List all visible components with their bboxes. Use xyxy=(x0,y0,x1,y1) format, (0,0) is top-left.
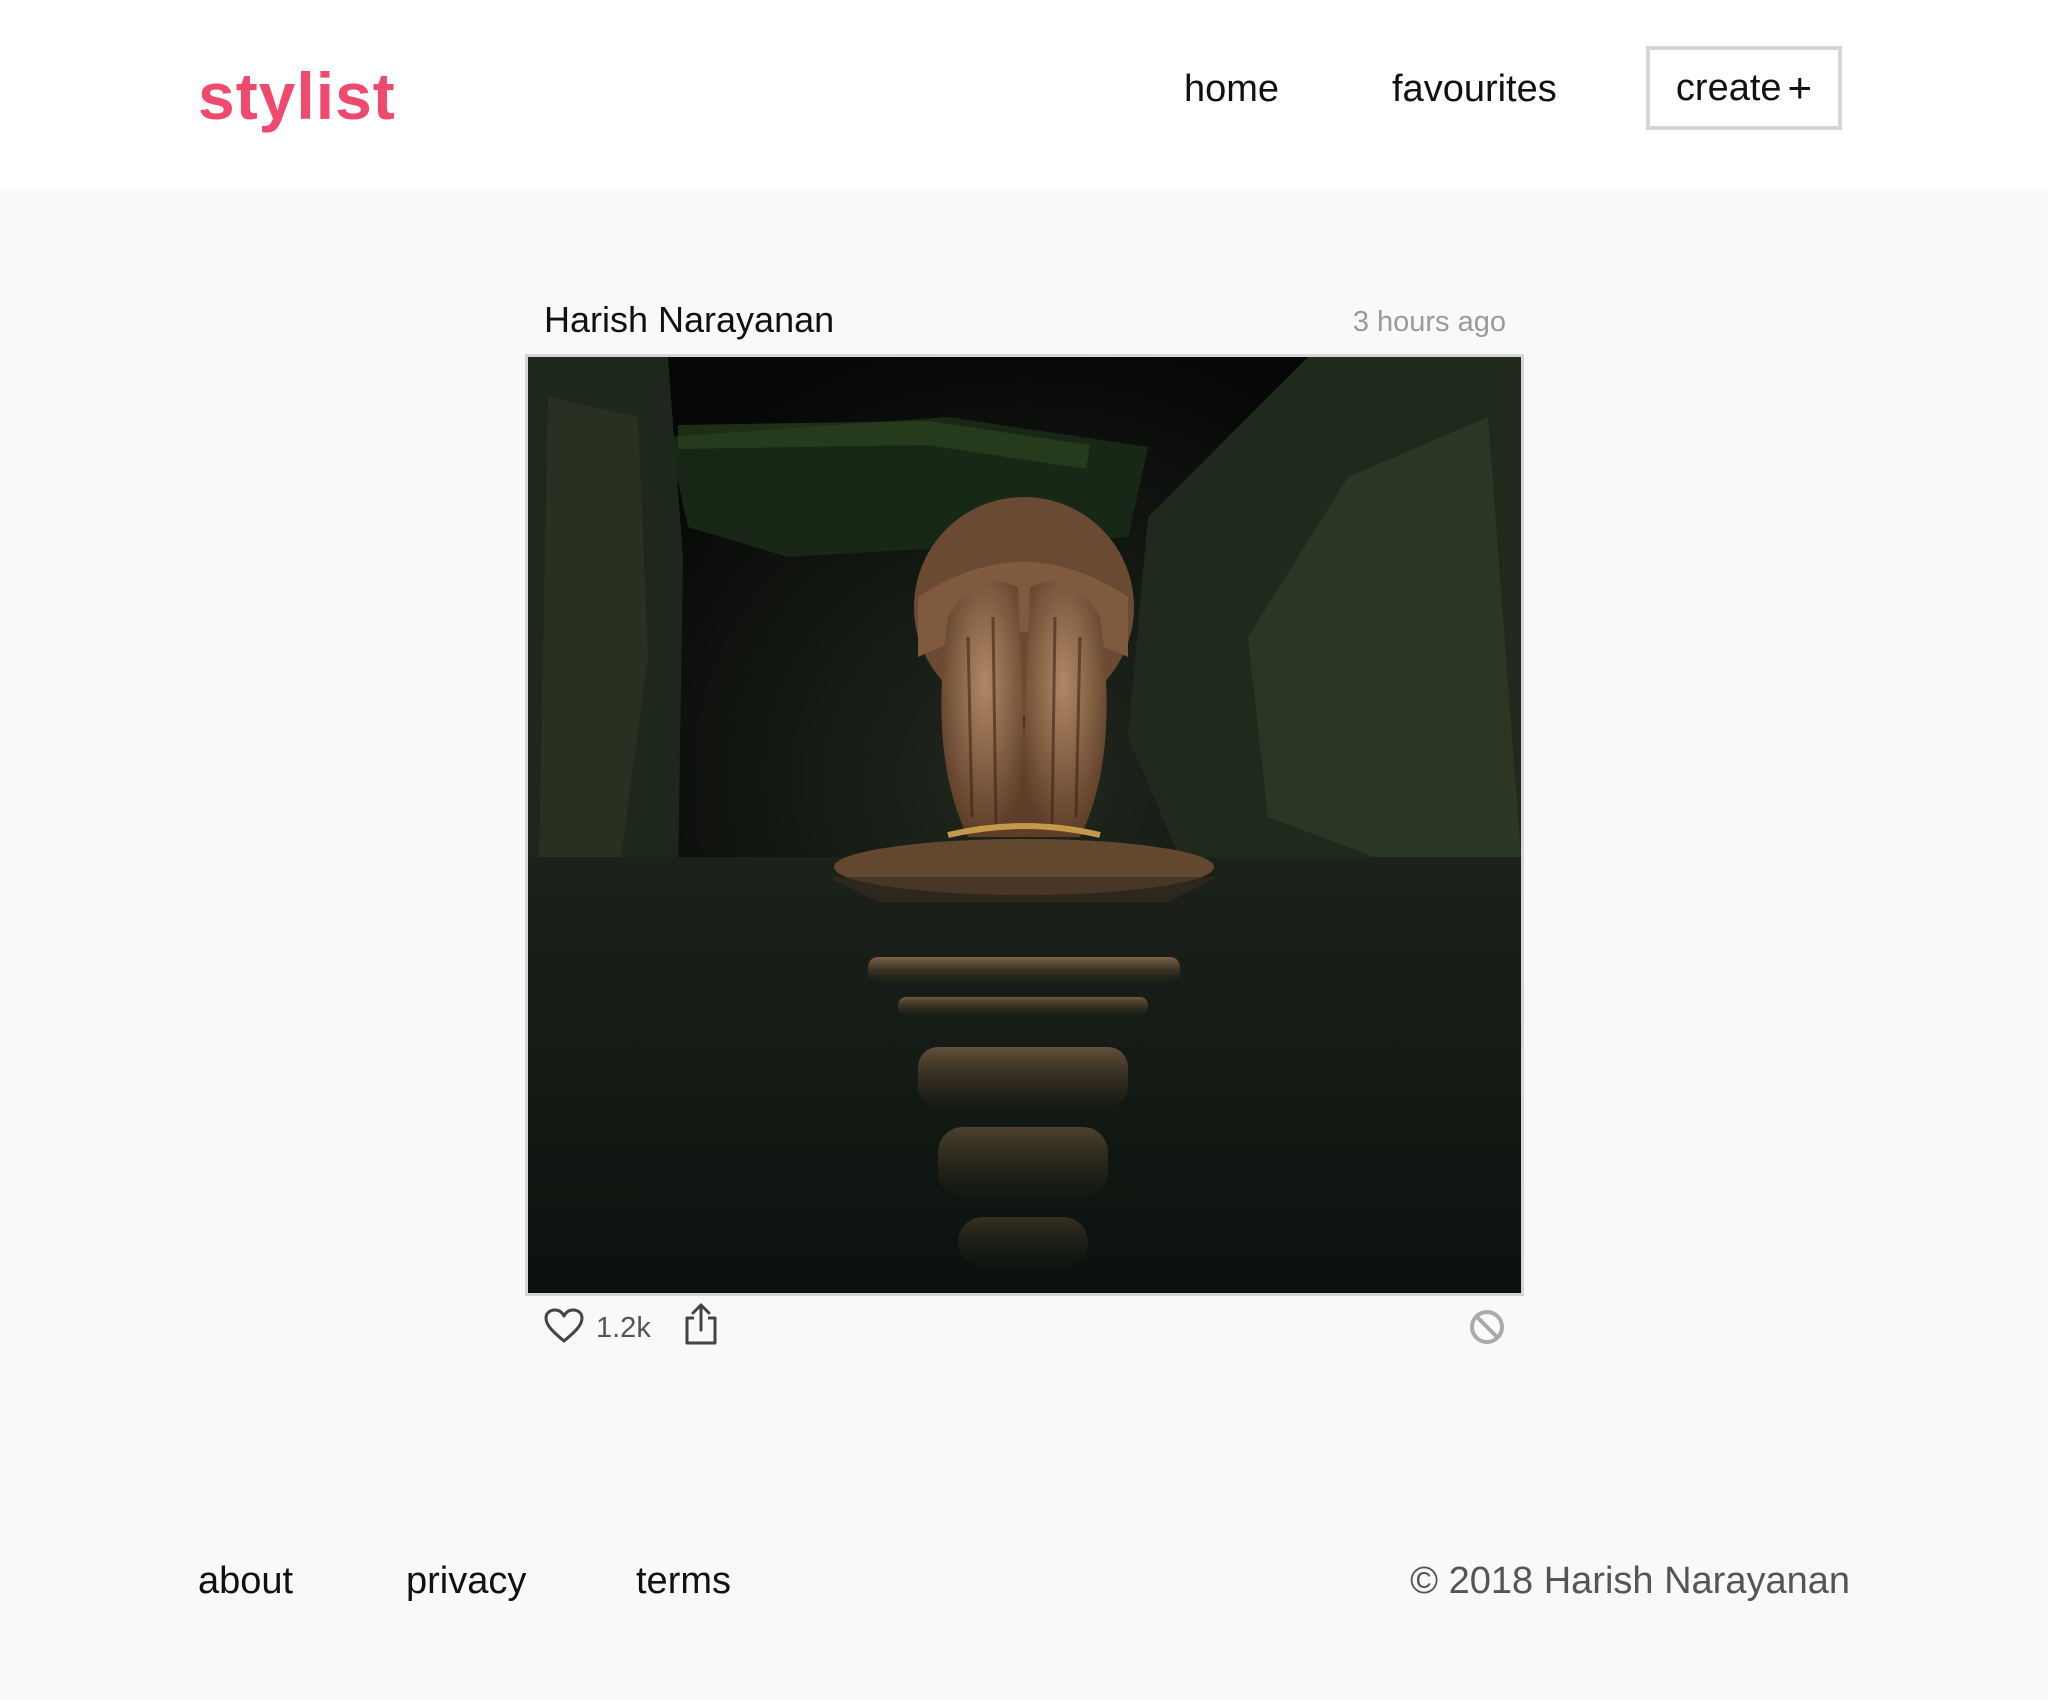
like-count: 1.2k xyxy=(596,1312,651,1344)
nav-favourites-link[interactable]: favourites xyxy=(1392,64,1557,114)
footer-terms-link[interactable]: terms xyxy=(636,1556,731,1606)
post-actions-bar: 1.2k xyxy=(544,1302,1506,1352)
site-logo[interactable]: stylist xyxy=(198,56,396,136)
footer-about-link[interactable]: about xyxy=(198,1556,293,1606)
block-icon[interactable] xyxy=(1468,1308,1506,1346)
footer-privacy-link[interactable]: privacy xyxy=(406,1556,526,1606)
post-timestamp: 3 hours ago xyxy=(1352,306,1506,338)
create-button-label: create xyxy=(1675,66,1782,109)
heart-outline-icon[interactable] xyxy=(544,1308,584,1344)
plus-icon: + xyxy=(1787,64,1813,111)
post-photo[interactable] xyxy=(525,354,1524,1296)
share-icon[interactable] xyxy=(684,1302,718,1346)
nav-home-link[interactable]: home xyxy=(1184,64,1279,114)
footer-copyright: © 2018 Harish Narayanan xyxy=(1410,1560,1850,1602)
post-author-name[interactable]: Harish Narayanan xyxy=(544,296,834,344)
site-header: stylist home favourites create + xyxy=(0,0,2048,191)
create-button[interactable]: create + xyxy=(1646,46,1842,130)
